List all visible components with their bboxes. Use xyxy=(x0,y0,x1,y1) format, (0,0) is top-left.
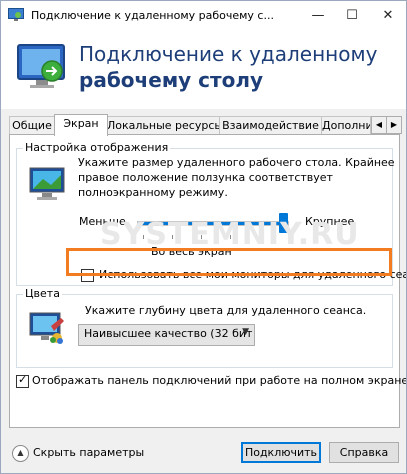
header-banner: Подключение к удаленному рабочему столу xyxy=(1,31,406,109)
chevron-down-icon: ▼ xyxy=(242,327,249,337)
tab-scroll-left-button[interactable]: ◀ xyxy=(371,116,387,134)
tab-local-resources[interactable]: Локальные ресурсы xyxy=(106,116,220,135)
color-depth-icon xyxy=(29,312,64,344)
window-title: Подключение к удаленному рабочему с... xyxy=(31,9,274,22)
remote-desktop-logo-icon xyxy=(17,44,65,88)
rdp-window: Подключение к удаленному рабочему с... —… xyxy=(0,0,407,474)
display-settings-legend: Настройка отображения xyxy=(23,141,171,154)
colors-description: Укажите глубину цвета для удаленного сеа… xyxy=(85,304,367,317)
tab-scroll-right-button[interactable]: ▶ xyxy=(386,116,402,134)
color-depth-select[interactable]: Наивысшее качество (32 бит ▼ xyxy=(78,324,255,346)
minimize-button[interactable]: — xyxy=(301,1,335,31)
display-description-line3: полноэкранному режиму. xyxy=(78,186,228,199)
connect-button[interactable]: Подключить xyxy=(241,442,321,463)
monitor-size-icon xyxy=(29,167,65,200)
header-title-line1: Подключение к удаленному xyxy=(79,42,378,66)
hide-params-link[interactable]: Скрыть параметры xyxy=(33,446,144,459)
connection-bar-checkbox[interactable] xyxy=(16,373,29,388)
tab-experience[interactable]: Взаимодействие xyxy=(219,116,322,135)
close-button[interactable]: ✕ xyxy=(371,1,405,31)
highlight-frame xyxy=(66,248,392,276)
tab-display[interactable]: Экран xyxy=(54,114,108,136)
remote-desktop-icon xyxy=(8,8,24,21)
colors-legend: Цвета xyxy=(23,287,62,300)
help-button[interactable]: Справка xyxy=(329,442,399,463)
title-bar: Подключение к удаленному рабочему с... —… xyxy=(1,1,406,31)
tab-general[interactable]: Общие xyxy=(9,116,55,135)
display-description-line2: правое положение ползунка соответствует xyxy=(78,171,333,184)
connection-bar-label[interactable]: Отображать панель подключений при работе… xyxy=(32,373,406,388)
tab-advanced[interactable]: Дополни xyxy=(321,116,371,135)
tab-strip: Общие Экран Локальные ресурсы Взаимодейс… xyxy=(9,114,404,136)
header-title-line2: рабочему столу xyxy=(79,68,264,92)
display-tab-panel: Настройка отображения Укажите размер уда… xyxy=(9,134,406,428)
watermark-text: SYSTEMNIY.RU xyxy=(100,217,360,252)
chevron-up-icon[interactable]: ▲ xyxy=(12,445,29,462)
display-description-line1: Укажите размер удаленного рабочего стола… xyxy=(78,156,395,169)
maximize-button[interactable]: ☐ xyxy=(335,1,369,31)
color-depth-value: Наивысшее качество (32 бит xyxy=(84,327,253,340)
